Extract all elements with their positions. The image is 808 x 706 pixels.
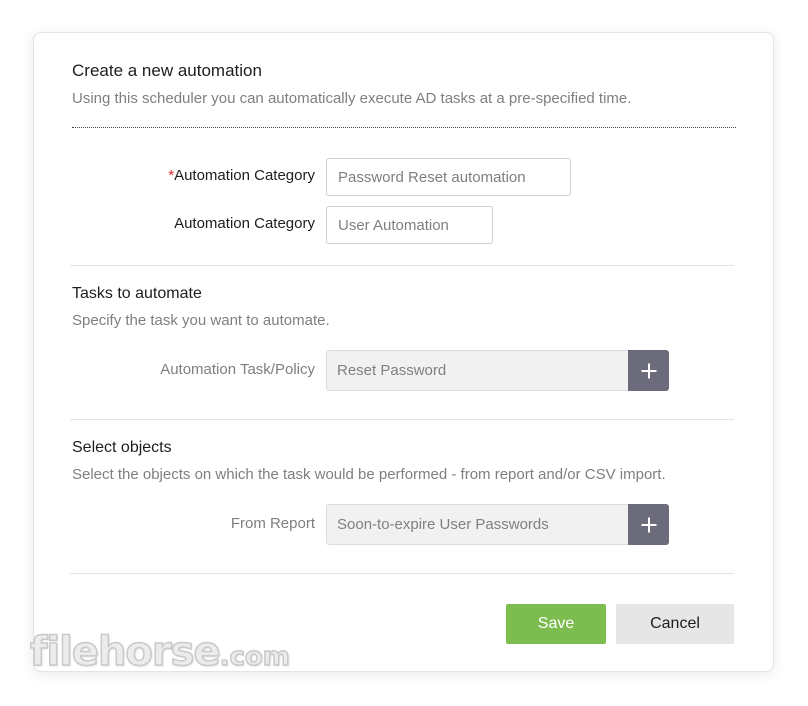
header-divider [72,127,736,128]
form-subtitle: Using this scheduler you can automatical… [72,90,632,107]
automation-category-2-label: Automation Category [174,215,315,232]
from-report-label: From Report [230,515,315,532]
from-report-value: Soon-to-expire User Passwords [337,516,549,533]
tasks-section-title: Tasks to automate [72,285,202,302]
cancel-button[interactable]: Cancel [616,604,734,644]
add-task-button[interactable] [628,350,669,391]
objects-section-description: Select the objects on which the task wou… [72,466,666,483]
automation-category-label-text: Automation Category [174,167,315,184]
automation-task-label: Automation Task/Policy [160,361,315,378]
tasks-section-description: Specify the task you want to automate. [72,312,330,329]
automation-category-label: *Automation Category [168,167,315,184]
section-divider [70,265,734,266]
section-divider [70,573,734,574]
watermark-brand: filehorse [29,629,221,675]
watermark-suffix: .com [219,642,291,672]
filehorse-watermark-logo: filehorse.com [29,629,291,675]
automation-category-input[interactable]: Password Reset automation [326,158,571,196]
form-title: Create a new automation [72,61,262,80]
save-button[interactable]: Save [506,604,606,644]
objects-section-title: Select objects [72,439,172,456]
add-report-button[interactable] [628,504,669,545]
automation-category-value: Password Reset automation [338,168,526,186]
automation-category-2-value: User Automation [338,216,449,234]
automation-form-card: Create a new automation Using this sched… [33,32,774,672]
from-report-input[interactable]: Soon-to-expire User Passwords [326,504,628,545]
automation-task-input[interactable]: Reset Password [326,350,628,391]
automation-category-2-input[interactable]: User Automation [326,206,493,244]
section-divider [70,419,734,420]
automation-task-value: Reset Password [337,362,447,379]
